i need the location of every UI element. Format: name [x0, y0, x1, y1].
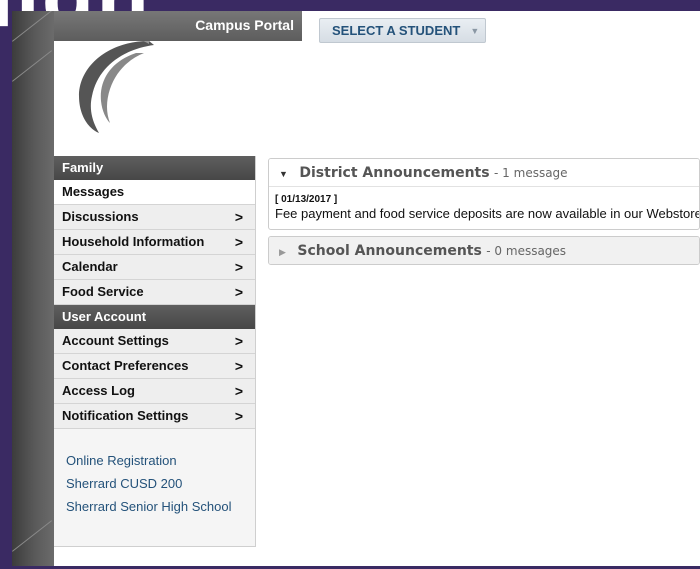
sidebar-item-label: Account Settings	[62, 333, 169, 348]
sidebar-item-messages[interactable]: Messages	[54, 180, 255, 205]
chevron-right-icon: >	[234, 234, 243, 250]
sidebar-section-user-account: User Account	[54, 305, 255, 329]
sidebar-item-label: Contact Preferences	[62, 358, 189, 373]
chevron-right-icon: >	[234, 333, 243, 349]
sidebar-item-label: Discussions	[62, 209, 139, 224]
sidebar-item-label: Calendar	[62, 259, 118, 274]
chevron-right-icon: >	[234, 358, 243, 374]
sidebar-item-food-service[interactable]: Food Service >	[54, 280, 255, 305]
select-student-dropdown[interactable]: SELECT A STUDENT ▼	[319, 18, 486, 43]
sidebar-item-household-information[interactable]: Household Information >	[54, 230, 255, 255]
sidebar-item-account-settings[interactable]: Account Settings >	[54, 329, 255, 354]
sidebar-item-discussions[interactable]: Discussions >	[54, 205, 255, 230]
sidebar-item-calendar[interactable]: Calendar >	[54, 255, 255, 280]
main-content: ▼ District Announcements - 1 message [ 0…	[268, 158, 700, 271]
portal-title: Campus Portal	[195, 17, 294, 33]
chevron-right-icon: >	[234, 383, 243, 399]
district-announcements-toggle[interactable]: ▼ District Announcements - 1 message	[269, 159, 699, 187]
message-text: Fee payment and food service deposits ar…	[275, 206, 700, 221]
chevron-right-icon: >	[234, 209, 243, 225]
sidebar-item-notification-settings[interactable]: Notification Settings >	[54, 404, 255, 429]
school-announcements-title: School Announcements	[297, 243, 482, 259]
link-sherrard-cusd-200[interactable]: Sherrard CUSD 200	[66, 472, 255, 495]
school-announcements-toggle[interactable]: ▶ School Announcements - 0 messages	[269, 237, 699, 264]
select-student-label: SELECT A STUDENT	[332, 23, 461, 38]
chevron-right-icon: >	[234, 284, 243, 300]
chevron-right-icon: >	[234, 408, 243, 424]
link-sherrard-senior-high-school[interactable]: Sherrard Senior High School	[66, 495, 255, 518]
decorative-left-stripe	[12, 11, 54, 566]
triangle-right-icon: ▶	[279, 247, 286, 257]
link-online-registration[interactable]: Online Registration	[66, 449, 255, 472]
sidebar-item-label: Household Information	[62, 234, 205, 249]
portal-window: Campus Portal SELECT A STUDENT ▼ Family …	[12, 11, 700, 566]
school-announcements-panel: ▶ School Announcements - 0 messages	[268, 236, 700, 265]
message-date: [ 01/13/2017 ]	[275, 194, 338, 205]
sidebar-item-label: Messages	[62, 184, 125, 199]
district-announcements-panel: ▼ District Announcements - 1 message [ 0…	[268, 158, 700, 230]
chevron-down-icon: ▼	[470, 25, 480, 36]
school-announcements-count: - 0 messages	[486, 244, 567, 258]
triangle-down-icon: ▼	[279, 169, 288, 179]
sidebar-item-label: Food Service	[62, 284, 144, 299]
sidebar: Family Messages Discussions > Household …	[54, 156, 256, 547]
sidebar-item-contact-preferences[interactable]: Contact Preferences >	[54, 354, 255, 379]
chevron-right-icon: >	[234, 259, 243, 275]
sidebar-item-access-log[interactable]: Access Log >	[54, 379, 255, 404]
sidebar-section-family: Family	[54, 156, 255, 180]
sidebar-item-label: Access Log	[62, 383, 135, 398]
portal-header: Campus Portal SELECT A STUDENT ▼	[54, 11, 700, 156]
district-announcements-title: District Announcements	[299, 165, 490, 181]
sidebar-links: Online Registration Sherrard CUSD 200 Sh…	[54, 429, 255, 518]
district-announcements-count: - 1 message	[494, 166, 568, 180]
sidebar-item-label: Notification Settings	[62, 408, 189, 423]
portal-title-bar: Campus Portal	[54, 11, 302, 41]
district-message: [ 01/13/2017 ] Fee payment and food serv…	[269, 187, 699, 229]
